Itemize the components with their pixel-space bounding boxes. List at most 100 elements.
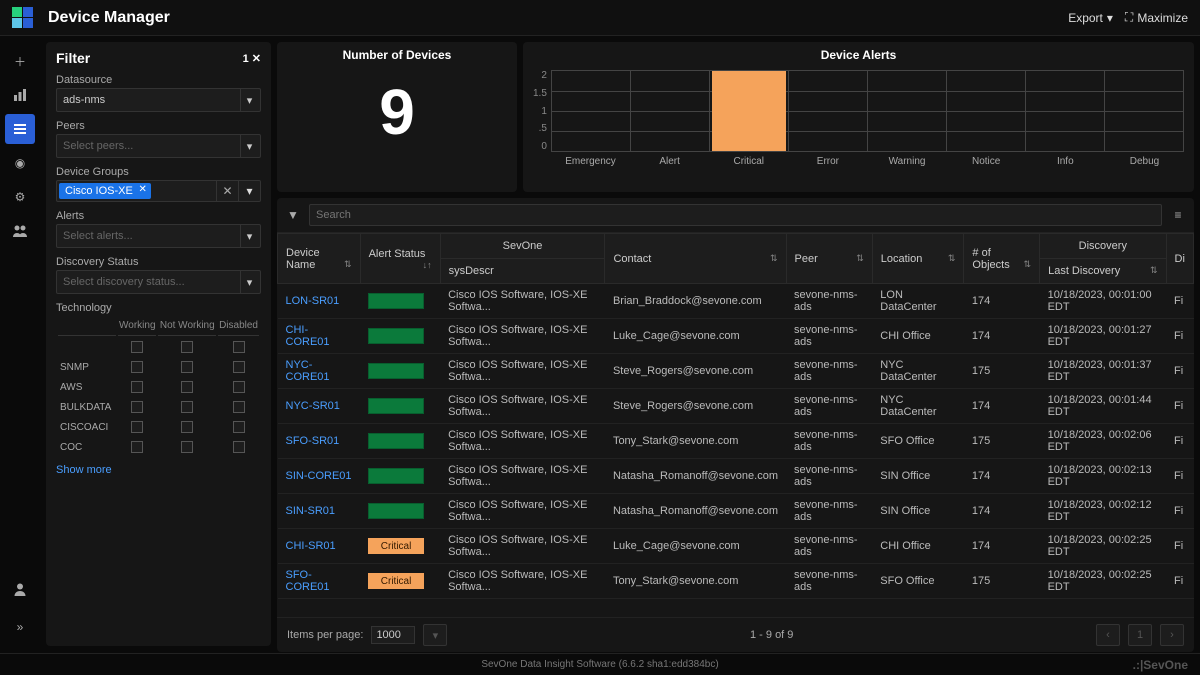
status-ok [368,363,424,379]
checkbox[interactable] [181,441,193,453]
user-icon [13,582,27,596]
device-groups-select[interactable]: Cisco IOS-XE✕ ✕ ▾ [56,180,261,202]
table-row[interactable]: NYC-CORE01Cisco IOS Software, IOS-XE Sof… [278,354,1194,389]
col-objects[interactable]: # of Objects⇅ [964,234,1040,284]
checkbox[interactable] [233,421,245,433]
table-row[interactable]: CHI-CORE01 Cisco IOS Software, IOS-XE Sof… [278,319,1194,354]
status-ok [368,468,424,484]
table-row[interactable]: LON-SR01Cisco IOS Software, IOS-XE Softw… [278,284,1194,319]
device-link[interactable]: CHI-CORE01 [286,324,330,348]
nav-settings[interactable]: ⚙ [5,182,35,212]
device-alerts-title: Device Alerts [821,48,897,62]
cell-peer: sevone-nms-ads [786,529,872,564]
cell-peer: sevone-nms-ads [786,389,872,424]
cell-objects: 174 [964,319,1040,354]
chevron-right-double-icon: » [17,620,24,634]
col-di[interactable]: Di [1166,234,1193,284]
maximize-button[interactable]: ⛶ Maximize [1125,10,1188,25]
checkbox[interactable] [181,401,193,413]
nav-expand[interactable]: » [5,612,35,642]
checkbox[interactable] [131,441,143,453]
top-bar: Device Manager Export ▾ ⛶ Maximize [0,0,1200,36]
nav-devices[interactable] [5,114,35,144]
checkbox[interactable] [131,341,143,353]
alerts-select[interactable]: Select alerts...▾ [56,224,261,248]
checkbox[interactable] [233,381,245,393]
cell-sysdescr: Cisco IOS Software, IOS-XE Softwa... [440,319,605,354]
items-per-page-select[interactable]: 1000 [371,626,415,644]
datasource-select[interactable]: ads-nms▾ [56,88,261,112]
nav-user-account[interactable] [5,574,35,604]
nav-add[interactable]: ＋ [5,46,35,76]
col-contact[interactable]: Contact⇅ [605,234,786,284]
menu-icon[interactable]: ≡ [1168,208,1188,222]
nav-reports[interactable] [5,80,35,110]
device-link[interactable]: LON-SR01 [286,295,340,307]
device-link[interactable]: SFO-SR01 [286,435,340,447]
col-alert-status[interactable]: Alert Status↓↑ [360,234,440,284]
checkbox[interactable] [181,361,193,373]
items-per-page-chevron[interactable]: ▾ [423,624,447,646]
pager-prev[interactable]: ‹ [1096,624,1120,646]
table-row[interactable]: SIN-CORE01Cisco IOS Software, IOS-XE Sof… [278,459,1194,494]
chevron-down-icon: ▾ [240,89,258,111]
export-button[interactable]: Export ▾ [1068,11,1113,25]
cell-contact: Tony_Stark@sevone.com [605,424,786,459]
table-row[interactable]: SFO-SR01 Cisco IOS Software, IOS-XE Softw… [278,424,1194,459]
device-link[interactable]: CHI-SR01 [286,540,336,552]
chart-category-label: Alert [630,156,709,167]
checkbox[interactable] [233,341,245,353]
search-input[interactable] [309,204,1162,226]
col-location[interactable]: Location⇅ [872,234,964,284]
nav-users[interactable] [5,216,35,246]
cell-di: Fi [1166,424,1193,459]
checkbox[interactable] [131,401,143,413]
col-last-discovery[interactable]: Last Discovery⇅ [1040,259,1166,284]
alerts-chart: 21.51.50 EmergencyAlertCriticalErrorWarn… [533,70,1184,186]
chevron-down-icon: ▾ [239,180,261,202]
checkbox[interactable] [181,421,193,433]
page-title: Device Manager [48,9,1068,27]
filter-close-icon[interactable]: ✕ [252,53,261,65]
discovery-status-select[interactable]: Select discovery status...▾ [56,270,261,294]
device-link[interactable]: NYC-CORE01 [286,359,330,383]
chart-category-label: Critical [709,156,788,167]
checkbox[interactable] [131,361,143,373]
filter-icon[interactable]: ▼ [283,208,303,222]
peers-select[interactable]: Select peers...▾ [56,134,261,158]
table-row[interactable]: SFO-CORE01CriticalCisco IOS Software, IO… [278,564,1194,599]
show-more-link[interactable]: Show more [56,464,261,476]
cell-objects: 175 [964,564,1040,599]
checkbox[interactable] [233,361,245,373]
table-row[interactable]: SIN-SR01Cisco IOS Software, IOS-XE Softw… [278,494,1194,529]
device-link[interactable]: SIN-SR01 [286,505,336,517]
cell-sysdescr: Cisco IOS Software, IOS-XE Softwa... [440,424,605,459]
chart-category-label: Error [788,156,867,167]
table-row[interactable]: NYC-SR01Cisco IOS Software, IOS-XE Softw… [278,389,1194,424]
status-ok [368,503,424,519]
col-peer[interactable]: Peer⇅ [786,234,872,284]
chevron-down-icon: ▾ [240,135,258,157]
users-icon [12,224,28,238]
device-link[interactable]: SFO-CORE01 [286,569,330,593]
pager-next[interactable]: › [1160,624,1184,646]
chip-remove-icon[interactable]: ✕ [138,184,146,195]
cell-di: Fi [1166,529,1193,564]
chart-bar[interactable] [712,71,786,151]
checkbox[interactable] [233,401,245,413]
checkbox[interactable] [131,421,143,433]
table-row[interactable]: CHI-SR01CriticalCisco IOS Software, IOS-… [278,529,1194,564]
checkbox[interactable] [181,341,193,353]
checkbox[interactable] [233,441,245,453]
compass-icon: ◉ [15,156,25,170]
col-device-name[interactable]: Device Name⇅ [278,234,361,284]
nav-explore[interactable]: ◉ [5,148,35,178]
col-sysdescr[interactable]: sysDescr [440,259,605,284]
checkbox[interactable] [181,381,193,393]
device-link[interactable]: SIN-CORE01 [286,470,352,482]
checkbox[interactable] [131,381,143,393]
device-link[interactable]: NYC-SR01 [286,400,340,412]
clear-groups-button[interactable]: ✕ [217,180,239,202]
cell-contact: Steve_Rogers@sevone.com [605,389,786,424]
device-group-chip[interactable]: Cisco IOS-XE✕ [59,183,151,199]
